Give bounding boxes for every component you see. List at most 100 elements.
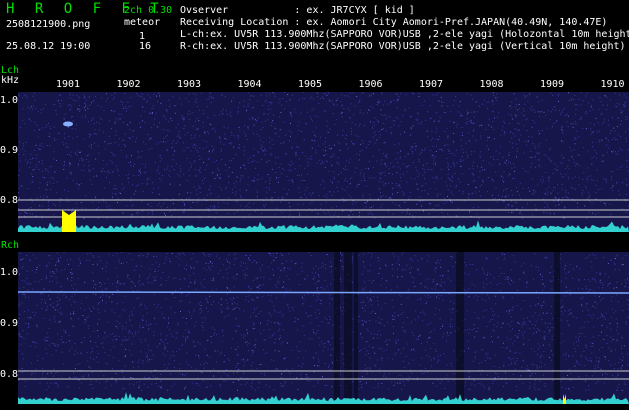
noise-dot xyxy=(266,191,268,193)
noise-dot xyxy=(229,289,231,291)
noise-dot xyxy=(531,106,533,108)
noise-dot xyxy=(429,105,431,106)
noise-dot xyxy=(369,297,371,299)
noise-dot xyxy=(439,284,441,286)
noise-dot xyxy=(238,147,240,149)
noise-dot xyxy=(372,205,374,207)
noise-dot xyxy=(83,107,85,109)
noise-dot xyxy=(489,207,491,209)
noise-dot xyxy=(418,113,420,115)
noise-dot xyxy=(50,188,51,190)
noise-dot xyxy=(385,118,387,120)
noise-dot xyxy=(625,178,627,180)
noise-dot xyxy=(391,381,393,383)
noise-dot xyxy=(492,329,494,331)
noise-dot xyxy=(66,146,68,148)
noise-dot xyxy=(185,98,187,100)
noise-dot xyxy=(431,131,433,133)
noise-dot xyxy=(420,312,422,313)
noise-dot xyxy=(146,183,148,185)
mode-label: 2ch 0.30 xyxy=(124,5,173,16)
noise-dot xyxy=(188,329,190,331)
noise-dot xyxy=(430,330,432,332)
noise-dot xyxy=(592,305,594,307)
noise-dot xyxy=(377,300,379,302)
noise-dot xyxy=(526,130,528,131)
echo-blip xyxy=(63,121,73,127)
noise-dot xyxy=(330,180,332,182)
noise-dot xyxy=(581,305,583,307)
noise-dot xyxy=(446,340,447,342)
noise-dot xyxy=(20,185,22,187)
noise-dot xyxy=(606,326,608,328)
noise-dot xyxy=(270,124,272,126)
noise-dot xyxy=(624,198,626,200)
noise-dot xyxy=(280,142,282,144)
noise-dot xyxy=(447,135,449,137)
noise-dot xyxy=(532,142,534,144)
noise-dot xyxy=(368,301,370,303)
noise-dot xyxy=(461,173,463,175)
noise-dot xyxy=(271,121,273,123)
noise-dot xyxy=(67,386,69,388)
noise-dot xyxy=(495,93,497,95)
noise-dot xyxy=(258,313,260,314)
noise-dot xyxy=(41,308,43,310)
noise-dot xyxy=(142,141,144,143)
noise-dot xyxy=(415,319,417,321)
noise-dot xyxy=(468,196,470,198)
noise-dot xyxy=(464,329,466,331)
noise-dot xyxy=(304,189,306,191)
noise-dot xyxy=(385,183,387,185)
noise-dot xyxy=(64,164,65,166)
noise-dot xyxy=(298,99,300,101)
noise-dot xyxy=(96,356,97,358)
noise-dot xyxy=(29,162,31,164)
noise-dot xyxy=(545,155,547,157)
noise-dot xyxy=(595,117,597,119)
noise-dot xyxy=(504,131,506,133)
noise-dot xyxy=(150,350,152,352)
noise-dot xyxy=(141,96,143,98)
noise-dot xyxy=(443,145,445,147)
noise-dot xyxy=(133,163,135,165)
noise-dot xyxy=(114,155,116,157)
noise-dot xyxy=(247,128,249,130)
noise-dot xyxy=(505,348,507,349)
noise-dot xyxy=(201,310,203,312)
noise-dot xyxy=(351,130,352,132)
noise-dot xyxy=(429,332,430,334)
noise-dot xyxy=(436,296,437,298)
noise-dot xyxy=(618,150,620,152)
noise-dot xyxy=(490,319,491,321)
noise-dot xyxy=(393,124,395,126)
noise-dot xyxy=(148,377,150,379)
noise-dot xyxy=(269,136,270,138)
noise-dot xyxy=(174,360,176,362)
noise-dot xyxy=(63,144,65,146)
noise-dot xyxy=(446,127,448,129)
noise-dot xyxy=(233,182,235,184)
noise-dot xyxy=(480,374,482,375)
noise-dot xyxy=(78,151,80,153)
noise-dot xyxy=(510,316,512,318)
noise-dot xyxy=(108,170,110,172)
noise-dot xyxy=(609,203,611,205)
noise-dot xyxy=(574,188,576,190)
noise-dot xyxy=(208,255,210,257)
noise-dot xyxy=(112,283,114,285)
noise-dot xyxy=(495,303,497,305)
noise-dot xyxy=(568,271,570,273)
noise-dot xyxy=(450,110,452,112)
noise-dot xyxy=(67,126,69,128)
noise-dot xyxy=(221,111,222,113)
noise-dot xyxy=(612,185,614,187)
noise-dot xyxy=(614,269,616,271)
noise-dot xyxy=(411,151,413,153)
noise-dot xyxy=(73,311,75,313)
noise-dot xyxy=(79,184,80,186)
noise-dot xyxy=(403,384,405,386)
noise-dot xyxy=(620,367,622,369)
noise-dot xyxy=(30,120,32,122)
noise-dot xyxy=(68,335,70,337)
